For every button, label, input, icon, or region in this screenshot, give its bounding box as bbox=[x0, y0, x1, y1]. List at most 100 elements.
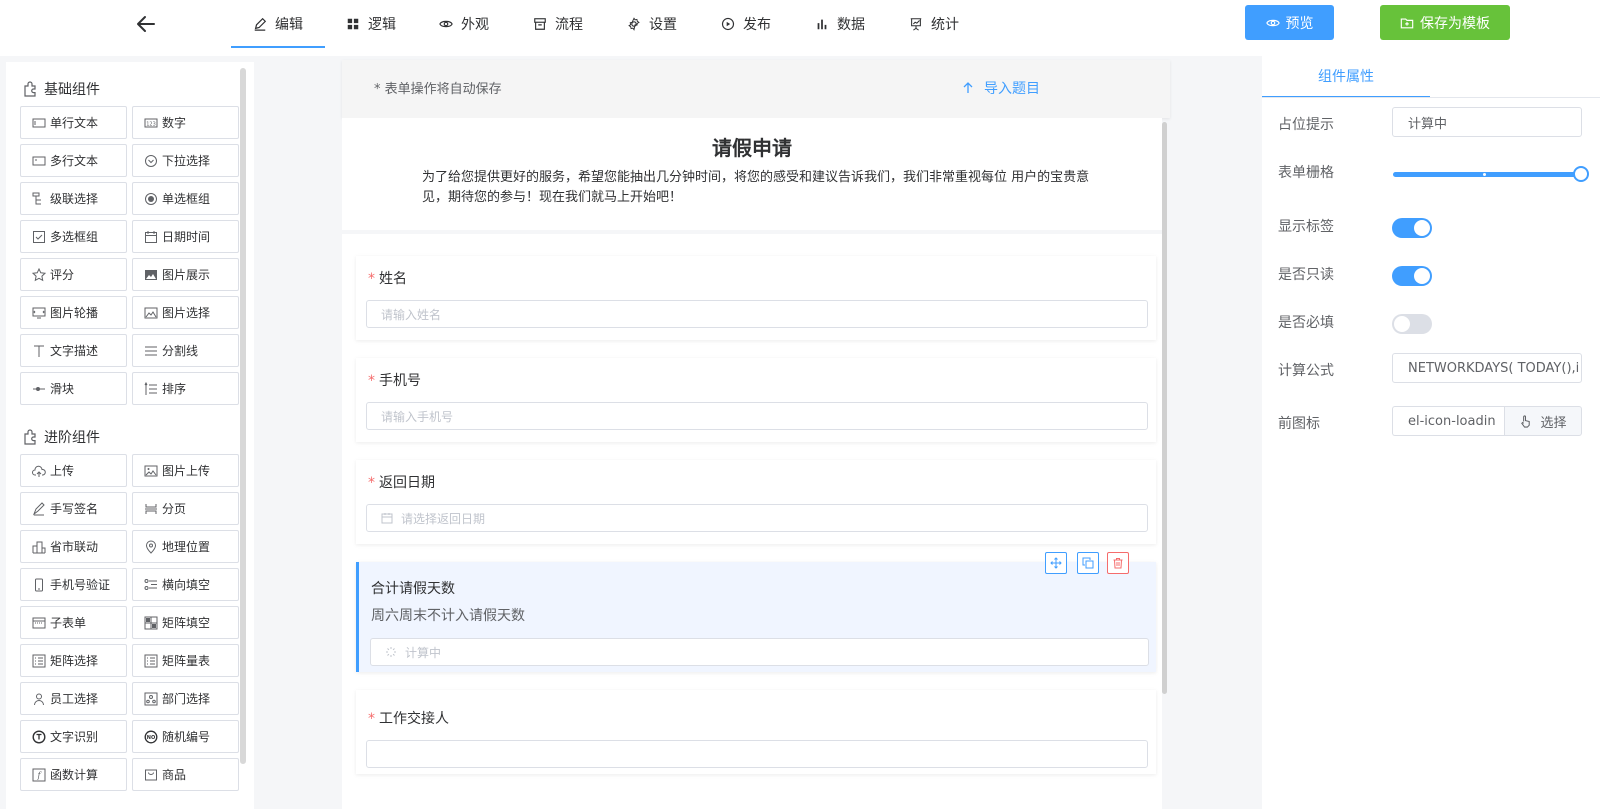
component-department[interactable]: 部门选择 bbox=[132, 682, 239, 715]
save-as-template-button[interactable]: 保存为模板 bbox=[1380, 5, 1510, 40]
component-calendar[interactable]: 日期时间 bbox=[132, 220, 239, 253]
field-label: * 手机号 bbox=[368, 370, 421, 390]
properties-panel: 组件属性 占位提示 计算中 表单栅格 显示标签 是否只读 是否必填 计算公式 N… bbox=[1262, 56, 1600, 809]
calendar-icon bbox=[381, 513, 393, 524]
form-description[interactable]: 为了给您提供更好的服务，希望您能抽出几分钟时间，将您的感受和建议告诉我们，我们非… bbox=[422, 168, 1102, 208]
formula-prop-input[interactable]: NETWORKDAYS( TODAY(),i bbox=[1392, 353, 1582, 383]
component-phone[interactable]: 手机号验证 bbox=[20, 568, 127, 601]
grid-slider-track[interactable] bbox=[1393, 172, 1581, 177]
component-cascader[interactable]: 级联选择 bbox=[20, 182, 127, 215]
form-toolbar: * 表单操作将自动保存 导入题目 bbox=[342, 60, 1170, 118]
placeholder-prop-input[interactable]: 计算中 bbox=[1392, 107, 1582, 137]
required-mark: * bbox=[368, 711, 375, 727]
tab-logic[interactable]: 逻辑 bbox=[325, 0, 417, 48]
form-field-total-days[interactable]: 合计请假天数 周六周末不计入请假天数 计算中 bbox=[356, 552, 1156, 672]
field-label: 合计请假天数 bbox=[371, 578, 455, 598]
component-image[interactable]: 图片展示 bbox=[132, 258, 239, 291]
name-input[interactable]: 请输入姓名 bbox=[366, 300, 1148, 328]
component-label: 随机编号 bbox=[162, 730, 211, 744]
show-label-prop-label: 显示标签 bbox=[1278, 219, 1334, 235]
required-switch[interactable] bbox=[1392, 314, 1432, 334]
component-random-number[interactable]: NO 随机编号 bbox=[132, 720, 239, 753]
delete-field-button[interactable] bbox=[1107, 552, 1129, 574]
phone-input-placeholder: 请输入手机号 bbox=[381, 409, 454, 424]
bar-chart-icon bbox=[817, 19, 827, 30]
tab-edit[interactable]: 编辑 bbox=[231, 0, 325, 48]
component-radio[interactable]: 单选框组 bbox=[132, 182, 239, 215]
component-signature[interactable]: 手写签名 bbox=[20, 492, 127, 525]
component-matrix-select[interactable]: 矩阵选择 bbox=[20, 644, 127, 677]
component-image-upload[interactable]: 图片上传 bbox=[132, 454, 239, 487]
component-pagination[interactable]: 分页 bbox=[132, 492, 239, 525]
component-location[interactable]: 地理位置 bbox=[132, 530, 239, 563]
component-input[interactable]: 单行文本 bbox=[20, 106, 127, 139]
show-label-switch[interactable] bbox=[1392, 218, 1432, 238]
component-goods[interactable]: 商品 bbox=[132, 758, 239, 791]
choose-icon-button[interactable]: 选择 bbox=[1504, 406, 1582, 436]
tab-component-properties[interactable]: 组件属性 bbox=[1262, 56, 1430, 98]
handover-person-input[interactable] bbox=[366, 740, 1148, 768]
preview-button[interactable]: 预览 bbox=[1245, 5, 1334, 40]
import-questions-button[interactable]: 导入题目 bbox=[962, 78, 1040, 98]
back-arrow-icon[interactable] bbox=[134, 12, 158, 36]
component-user[interactable]: 员工选择 bbox=[20, 682, 127, 715]
form-field-handover-person[interactable]: * 工作交接人 bbox=[356, 690, 1156, 774]
form-field-name[interactable]: * 姓名 请输入姓名 bbox=[356, 256, 1156, 340]
radio-icon bbox=[144, 192, 158, 206]
component-carousel[interactable]: 图片轮播 bbox=[20, 296, 127, 329]
gear-icon bbox=[628, 17, 640, 31]
component-label: 子表单 bbox=[50, 616, 87, 630]
form-title[interactable]: 请假申请 bbox=[342, 132, 1162, 161]
component-text[interactable]: 文字描述 bbox=[20, 334, 127, 367]
pointer-hand-icon bbox=[1521, 414, 1531, 428]
component-upload-cloud[interactable]: 上传 bbox=[20, 454, 127, 487]
form-field-return-date[interactable]: * 返回日期 请选择返回日期 bbox=[356, 460, 1156, 544]
form-canvas-scrollbar[interactable] bbox=[1162, 122, 1167, 694]
component-city[interactable]: 省市联动 bbox=[20, 530, 127, 563]
component-select[interactable]: 下拉选择 bbox=[132, 144, 239, 177]
basic-components-label: 基础组件 bbox=[44, 82, 100, 98]
copy-field-button[interactable] bbox=[1077, 552, 1099, 574]
autosave-note: * 表单操作将自动保存 bbox=[374, 82, 502, 97]
component-label: 分割线 bbox=[162, 344, 199, 358]
field-label: * 返回日期 bbox=[368, 472, 435, 492]
component-star[interactable]: 评分 bbox=[20, 258, 127, 291]
component-matrix-scale[interactable]: 矩阵量表 bbox=[132, 644, 239, 677]
component-label: 文字识别 bbox=[50, 730, 99, 744]
move-handle-button[interactable] bbox=[1045, 552, 1067, 574]
component-label: 横向填空 bbox=[162, 578, 211, 592]
return-date-picker[interactable]: 请选择返回日期 bbox=[366, 504, 1148, 532]
prefix-icon-input[interactable]: el-icon-loadin bbox=[1392, 406, 1504, 436]
component-label: 滑块 bbox=[50, 382, 75, 396]
phone-input[interactable]: 请输入手机号 bbox=[366, 402, 1148, 430]
form-field-phone[interactable]: * 手机号 请输入手机号 bbox=[356, 358, 1156, 442]
grid-slider-thumb[interactable] bbox=[1573, 166, 1589, 182]
select-icon bbox=[144, 154, 158, 168]
prefix-icon-prop-label: 前图标 bbox=[1278, 416, 1320, 432]
component-label: 矩阵填空 bbox=[162, 616, 211, 630]
component-textarea[interactable]: 多行文本 bbox=[20, 144, 127, 177]
component-subform[interactable]: 子表单 bbox=[20, 606, 127, 639]
component-divider[interactable]: 分割线 bbox=[132, 334, 239, 367]
component-image-select[interactable]: 图片选择 bbox=[132, 296, 239, 329]
component-sort[interactable]: 排序 bbox=[132, 372, 239, 405]
component-function[interactable]: f 函数计算 bbox=[20, 758, 127, 791]
left-panel-scrollbar[interactable] bbox=[240, 68, 246, 764]
component-matrix-fill[interactable]: 矩阵填空 bbox=[132, 606, 239, 639]
component-number[interactable]: 123 数字 bbox=[132, 106, 239, 139]
tab-underline bbox=[1262, 97, 1600, 98]
tab-process[interactable]: 流程 bbox=[511, 0, 605, 48]
tab-data[interactable]: 数据 bbox=[793, 0, 887, 48]
component-checkbox[interactable]: 多选框组 bbox=[20, 220, 127, 253]
readonly-switch[interactable] bbox=[1392, 266, 1432, 286]
name-input-placeholder: 请输入姓名 bbox=[381, 307, 442, 322]
tab-settings[interactable]: 设置 bbox=[605, 0, 699, 48]
component-fill-blank[interactable]: 横向填空 bbox=[132, 568, 239, 601]
carousel-icon bbox=[32, 306, 46, 320]
component-slider[interactable]: 滑块 bbox=[20, 372, 127, 405]
total-days-input[interactable]: 计算中 bbox=[370, 638, 1149, 666]
tab-appearance[interactable]: 外观 bbox=[417, 0, 511, 48]
tab-publish[interactable]: 发布 bbox=[699, 0, 793, 48]
component-ocr[interactable]: 文字识别 bbox=[20, 720, 127, 753]
tab-statistics[interactable]: 统计 bbox=[887, 0, 981, 48]
